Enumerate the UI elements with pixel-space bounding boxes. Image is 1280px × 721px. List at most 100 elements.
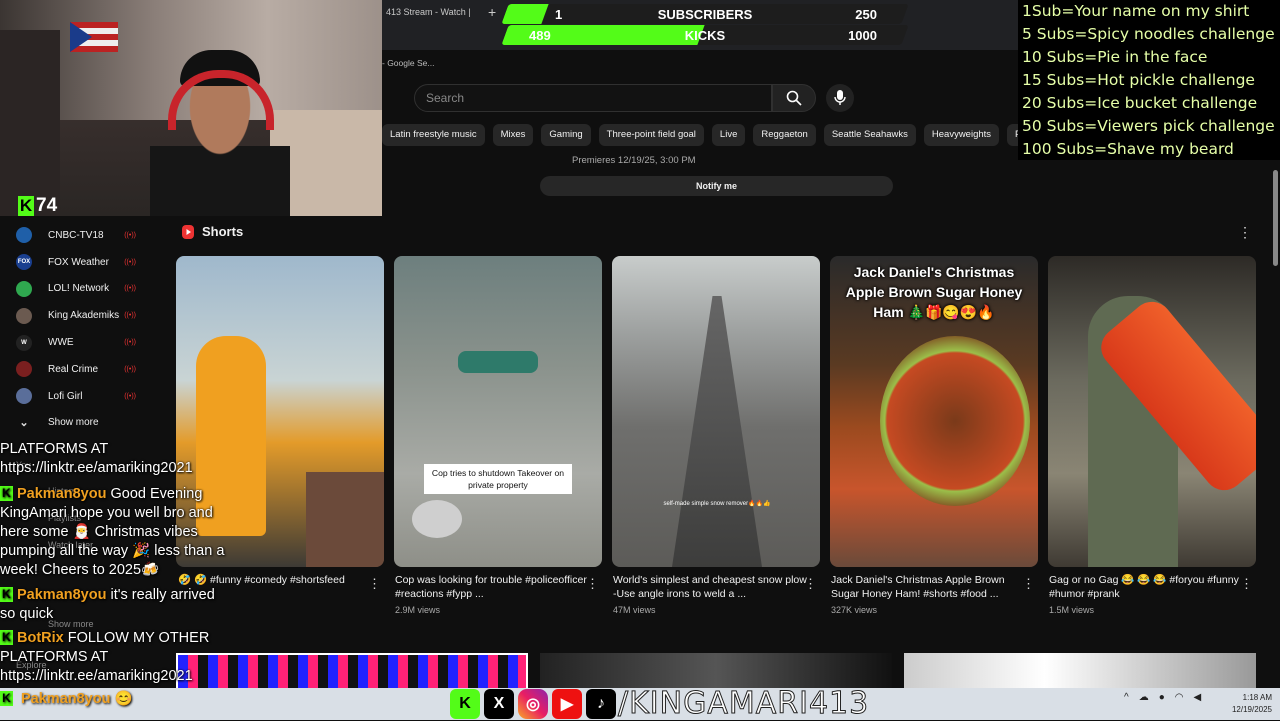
kick-badge-icon: K [0,486,13,501]
sub-goal: 15 Subs=Hot pickle challenge [1022,71,1255,89]
channel-avatar [16,361,32,378]
more-options-icon[interactable]: ⋮ [804,576,817,592]
chip[interactable]: Reggaeton [753,124,816,146]
shorts-menu-icon[interactable]: ⋮ [1238,224,1252,241]
chip[interactable]: Latin freestyle music [382,124,485,146]
more-options-icon[interactable]: ⋮ [1022,576,1035,592]
wifi-icon[interactable]: ◠ [1175,692,1184,703]
chat-line: so quick [0,605,53,624]
short-caption: self-made simple snow remover🔥🔥👍 [663,501,771,507]
notify-me-button[interactable]: Notify me [540,176,893,196]
sub-goal: 20 Subs=Ice bucket challenge [1022,94,1258,112]
short-title[interactable]: Gag or no Gag 😂 😂 😂 #foryou #funny #humo… [1049,573,1245,601]
volume-icon[interactable]: ◀ [1193,692,1201,703]
scrollbar[interactable] [1273,170,1278,266]
short-thumbnail[interactable]: self-made simple snow remover🔥🔥👍 [612,256,820,567]
sub-goal: 100 Subs=Shave my beard [1022,140,1234,158]
short-views: 2.9M views [395,605,441,615]
shorts-title: Shorts [202,224,244,239]
sidebar-item-real-crime[interactable]: Real Crime ((•)) [0,356,170,383]
sidebar-ghost-show-more[interactable]: Show more [48,619,94,629]
short-thumbnail[interactable]: Jack Daniel's Christmas Apple Brown Suga… [830,256,1038,567]
chip[interactable]: Mixes [492,124,534,146]
chip[interactable]: Gaming [541,124,591,146]
chat-text: 😊 [114,691,133,707]
stream-goals: 1 SUBSCRIBERS 250 489 KICKS 1000 [501,2,909,45]
new-tab-button[interactable]: + [488,4,496,20]
clock-time: 1:18 AM [1242,693,1272,702]
video-thumbnail[interactable] [904,653,1256,693]
sidebar-item-king-akademiks[interactable]: King Akademiks ((•)) [0,302,170,329]
chat-text: Good Evening [106,486,203,502]
thumbnail-ham [880,336,1030,506]
chat-text: KingAmari hope you well bro and [0,505,213,521]
show-more-label: Show more [48,417,99,429]
taskbar-clock[interactable]: 1:18 AM 12/19/2025 [1222,692,1272,716]
short-caption: Jack Daniel's Christmas Apple Brown Suga… [845,264,1023,320]
kick-logo-icon: K [18,196,34,216]
kick-badge-icon: K [0,587,13,602]
short-title[interactable]: Cop was looking for trouble #policeoffic… [395,573,591,601]
viewer-count-value: 74 [36,195,58,216]
short-title[interactable]: Jack Daniel's Christmas Apple Brown Suga… [831,573,1027,601]
kick-badge-icon: K [0,630,13,645]
short-caption: Cop tries to shutdown Takeover on privat… [424,464,572,494]
sidebar-item-lofi-girl[interactable]: Lofi Girl ((•)) [0,383,170,410]
chip[interactable]: Heavyweights [923,124,1000,146]
short-thumbnail[interactable]: Cop tries to shutdown Takeover on privat… [394,256,602,567]
live-icon: ((•)) [124,231,136,239]
bookmark-item[interactable]: - Google Se... [382,58,434,68]
short-views: 47M views [613,605,656,615]
chevron-down-icon: ⌄ [19,417,29,430]
search-input[interactable]: Search [414,84,772,112]
instagram-icon: ◎ [518,689,548,719]
channel-avatar [16,280,32,297]
short-title[interactable]: 🤣 🤣 #funny #comedy #shortsfeed [178,573,374,587]
filter-chips: Latin freestyle music Mixes Gaming Three… [382,124,1022,146]
search-icon [786,90,802,106]
short-thumbnail[interactable] [1048,256,1256,567]
sidebar-item-wwe[interactable]: W WWE ((•)) [0,329,170,356]
thumbnail-car [458,351,538,373]
youtube-icon: ▶ [552,689,582,719]
chip[interactable]: Seattle Seahawks [823,124,916,146]
thumbnail-road [672,296,762,567]
voice-search-button[interactable] [826,84,854,112]
chat-line: here some 🎅 Christmas vibes [0,523,198,542]
browser-tab[interactable]: 413 Stream - Watch | [382,2,482,22]
search-button[interactable] [772,84,816,112]
chat-text: PLATFORMS AT [0,649,109,665]
chat-line: https://linktr.ee/amariking2021 [0,459,193,478]
tiktok-icon: ♪ [586,689,616,719]
chat-username: Pakman8you [17,587,107,603]
chip[interactable]: Three-point field goal [598,124,704,146]
streamer-handle: /KINGAMARI413 [617,686,870,721]
cloud-icon[interactable]: ☁ [1139,692,1149,703]
chevron-up-icon[interactable]: ^ [1124,692,1129,703]
sidebar-item-label: King Akademiks [48,310,120,322]
sidebar-item-cnbc[interactable]: CNBC-TV18 ((•)) [0,222,170,249]
kicks-label: KICKS [684,27,726,43]
sidebar-item-fox-weather[interactable]: FOX FOX Weather ((•)) [0,249,170,276]
video-thumbnail[interactable] [176,653,528,693]
short-title[interactable]: World's simplest and cheapest snow plow … [613,573,809,601]
sub-goal: 10 Subs=Pie in the face [1022,48,1208,66]
sidebar-item-lol-network[interactable]: LOL! Network ((•)) [0,276,170,303]
chat-message: K Pakman8you it's really arrived [0,586,215,605]
sidebar-item-label: Lofi Girl [48,390,83,402]
kick-icon: K [450,689,480,719]
system-tray: ^ ☁ ● ◠ ◀ [1124,692,1201,703]
live-icon: ((•)) [124,339,136,347]
more-options-icon[interactable]: ⋮ [368,576,381,592]
sidebar-item-label: WWE [48,337,74,349]
chip[interactable]: Live [711,124,746,146]
thumbnail-avatar [412,500,462,538]
more-options-icon[interactable]: ⋮ [586,576,599,592]
chat-line: https://linktr.ee/amariking2021 [0,667,193,686]
more-options-icon[interactable]: ⋮ [1240,576,1253,592]
short-views: 327K views [831,605,878,615]
microphone-icon[interactable]: ● [1159,692,1165,703]
subscriptions-sidebar: CNBC-TV18 ((•)) FOX FOX Weather ((•)) LOL! … [0,222,170,436]
show-more-button[interactable]: ⌄ Show more [0,410,170,437]
chat-line: pumping all the way 🎉 less than a [0,542,224,561]
